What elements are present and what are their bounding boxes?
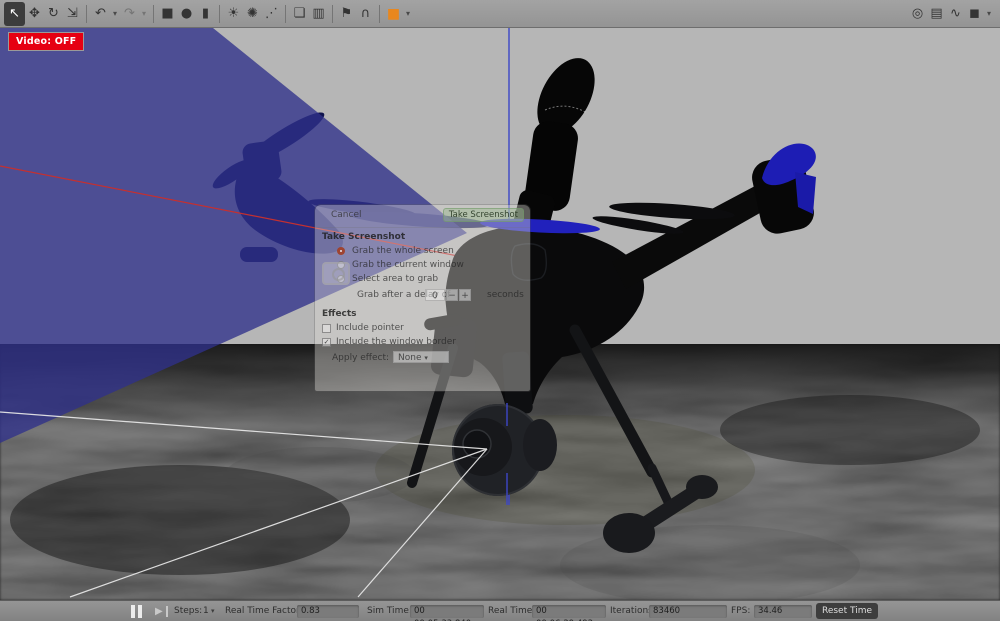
toolbar-separator <box>285 5 286 23</box>
delay-minus-button[interactable]: − <box>446 289 458 301</box>
view-angle-button[interactable]: ■ <box>384 2 403 26</box>
undo-button[interactable]: ↶ <box>91 2 110 26</box>
checkbox-icon[interactable] <box>322 324 331 333</box>
camera-icon <box>322 262 350 285</box>
gazebo-window: Video: OFF Cancel Take Screenshot Take S… <box>0 0 1000 621</box>
radio-option-label: Grab the whole screen <box>352 246 454 256</box>
toolbar-separator <box>332 5 333 23</box>
insert-box-button[interactable]: ■ <box>158 2 177 26</box>
scale-tool[interactable]: ⇲ <box>63 2 82 26</box>
checkbox-label: Include pointer <box>336 323 404 333</box>
delay-suffix-label: seconds <box>487 290 524 300</box>
undo-history-caret[interactable]: ▾ <box>110 2 120 26</box>
effects-title: Effects <box>322 309 357 319</box>
delay-value-field[interactable]: 0 <box>425 289 445 301</box>
rtf-value: 0.83 <box>297 605 359 618</box>
redo-history-caret: ▾ <box>139 2 149 26</box>
radio-option-label: Select area to grab <box>352 274 438 284</box>
sim-time-value: 00 00:05:33.840 <box>410 605 484 618</box>
toolbar-separator <box>379 5 380 23</box>
simulation-statusbar: ▶ Steps: 1 ▾ Real Time Factor: 0.83 Sim … <box>0 600 1000 621</box>
directional-light-button[interactable]: ⋰ <box>262 2 281 26</box>
checkbox-label: Include the window border <box>336 337 456 347</box>
fps-label: FPS: <box>731 601 750 621</box>
toolbar-separator <box>219 5 220 23</box>
take-screenshot-button[interactable]: Take Screenshot <box>443 208 524 222</box>
sim-time-label: Sim Time: <box>367 601 412 621</box>
plot-window-button[interactable]: ∿ <box>946 2 965 26</box>
steps-caret-icon[interactable]: ▾ <box>211 601 215 621</box>
checkbox-row[interactable]: ✓Include the window border <box>336 337 456 347</box>
pause-button[interactable] <box>130 605 144 618</box>
view-angle-caret[interactable]: ▾ <box>403 2 413 26</box>
spot-light-button[interactable]: ✺ <box>243 2 262 26</box>
radio-option-label: Grab the current window <box>352 260 464 270</box>
rtf-label: Real Time Factor: <box>225 601 303 621</box>
snap-button[interactable]: ∩ <box>356 2 375 26</box>
video-status-badge: Video: OFF <box>8 32 84 51</box>
apply-effect-value: None <box>398 353 421 363</box>
radio-option-row[interactable]: Grab the current window <box>352 260 464 270</box>
apply-effect-dropdown[interactable]: None ▾ <box>393 351 449 363</box>
steps-value[interactable]: 1 <box>203 601 209 621</box>
toolbar-separator <box>153 5 154 23</box>
reset-time-button[interactable]: Reset Time <box>816 603 878 619</box>
align-button[interactable]: ⚑ <box>337 2 356 26</box>
video-record-caret[interactable]: ▾ <box>984 2 994 26</box>
step-button[interactable]: ▶ <box>155 605 169 618</box>
rotate-tool[interactable]: ↻ <box>44 2 63 26</box>
insert-sphere-button[interactable]: ● <box>177 2 196 26</box>
cancel-button[interactable]: Cancel <box>331 210 362 220</box>
point-light-button[interactable]: ☀ <box>224 2 243 26</box>
real-time-value: 00 00:06:29.492 <box>532 605 606 618</box>
radio-option-row[interactable]: Grab the whole screen <box>352 246 454 256</box>
steps-label: Steps: <box>174 601 202 621</box>
screenshot-dialog: Cancel Take Screenshot Take Screenshot G… <box>315 205 530 391</box>
iterations-value: 83460 <box>649 605 727 618</box>
redo-button: ↷ <box>120 2 139 26</box>
insert-cylinder-button[interactable]: ▮ <box>196 2 215 26</box>
apply-effect-label: Apply effect: <box>332 353 389 363</box>
real-time-label: Real Time: <box>488 601 535 621</box>
main-toolbar: ↖✥↻⇲↶▾↷▾■●▮☀✺⋰❏▥⚑∩■▾ ◎▤∿◼▾ <box>0 0 1000 28</box>
log-record-button[interactable]: ▤ <box>927 2 946 26</box>
fps-value: 34.46 <box>754 605 812 618</box>
translate-tool[interactable]: ✥ <box>25 2 44 26</box>
paste-button[interactable]: ▥ <box>309 2 328 26</box>
dialog-header: Cancel Take Screenshot <box>315 205 530 228</box>
radio-icon[interactable] <box>337 247 345 255</box>
video-record-button[interactable]: ◼ <box>965 2 984 26</box>
select-tool[interactable]: ↖ <box>4 2 25 26</box>
toolbar-separator <box>86 5 87 23</box>
delay-plus-button[interactable]: + <box>459 289 471 301</box>
screenshot-button[interactable]: ◎ <box>908 2 927 26</box>
radio-option-row[interactable]: Select area to grab <box>352 274 438 284</box>
chevron-down-icon: ▾ <box>424 354 428 362</box>
copy-button[interactable]: ❏ <box>290 2 309 26</box>
dialog-section-title: Take Screenshot <box>322 232 405 242</box>
checkbox-icon[interactable]: ✓ <box>322 338 331 347</box>
checkbox-row[interactable]: Include pointer <box>336 323 404 333</box>
